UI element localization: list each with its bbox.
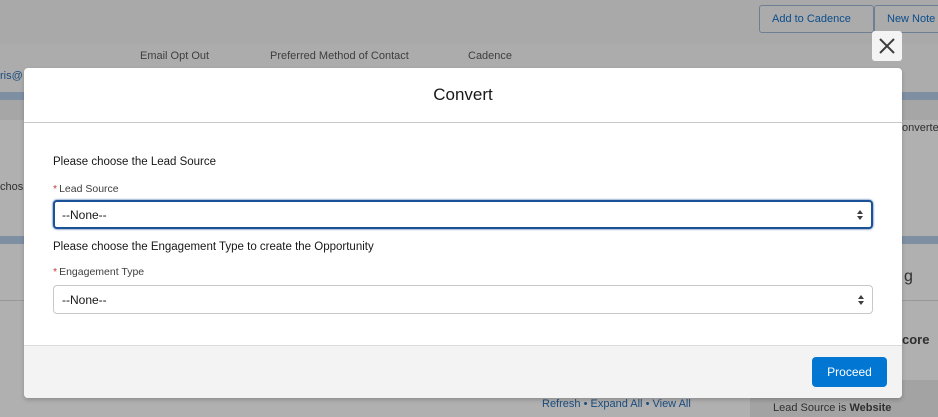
modal-body: Please choose the Lead Source * Lead Sour… bbox=[24, 123, 902, 345]
proceed-button[interactable]: Proceed bbox=[812, 357, 887, 387]
add-to-cadence-button[interactable]: Add to Cadence bbox=[759, 5, 874, 33]
link-separator: • bbox=[583, 398, 588, 410]
converted-fragment: onverte bbox=[902, 122, 938, 134]
heading-fragment-g: g bbox=[904, 268, 913, 285]
choose-fragment: chos bbox=[0, 181, 24, 193]
modal-header: Convert bbox=[24, 68, 902, 123]
new-note-button[interactable]: New Note bbox=[874, 5, 938, 33]
cadence-label: Cadence bbox=[468, 50, 513, 62]
expand-all-link[interactable]: Expand All bbox=[591, 398, 643, 410]
preferred-method-label: Preferred Method of Contact bbox=[270, 50, 409, 62]
modal-footer: Proceed bbox=[24, 345, 902, 398]
lead-source-prompt: Please choose the Lead Source bbox=[53, 156, 217, 168]
screen: Add to Cadence New Note Email Opt Out Pr… bbox=[0, 0, 938, 417]
engagement-prompt: Please choose the Engagement Type to cre… bbox=[53, 241, 374, 253]
modal-title: Convert bbox=[433, 85, 493, 104]
lead-source-note-value: Website bbox=[849, 402, 892, 414]
convert-modal: Convert Please choose the Lead Source * L… bbox=[24, 68, 902, 398]
required-mark: * bbox=[53, 266, 58, 278]
lead-source-value: --None-- bbox=[62, 207, 107, 222]
lead-source-label-text: Lead Source bbox=[59, 183, 119, 195]
lead-source-note-prefix: Lead Source is bbox=[773, 402, 850, 414]
close-icon bbox=[879, 38, 895, 54]
email-opt-out-label: Email Opt Out bbox=[140, 50, 210, 62]
lead-source-note: Lead Source is Website bbox=[773, 402, 891, 414]
view-all-link[interactable]: View All bbox=[652, 398, 690, 410]
engagement-type-label: * Engagement Type bbox=[53, 266, 144, 278]
link-separator: • bbox=[645, 398, 650, 410]
related-list-actions: Refresh • Expand All • View All bbox=[542, 398, 691, 410]
select-arrows-icon bbox=[858, 294, 864, 305]
required-mark: * bbox=[53, 183, 58, 195]
email-fragment[interactable]: ris@ bbox=[0, 70, 23, 82]
select-arrows-icon bbox=[857, 209, 863, 220]
refresh-link[interactable]: Refresh bbox=[542, 398, 581, 410]
heading-fragment-core: core bbox=[902, 332, 930, 347]
lead-source-label: * Lead Source bbox=[53, 183, 119, 195]
close-modal-button[interactable] bbox=[872, 31, 902, 61]
lead-source-select[interactable]: --None-- bbox=[53, 200, 873, 229]
engagement-type-value: --None-- bbox=[62, 292, 107, 307]
engagement-type-select[interactable]: --None-- bbox=[53, 285, 873, 314]
engagement-type-label-text: Engagement Type bbox=[59, 266, 145, 278]
